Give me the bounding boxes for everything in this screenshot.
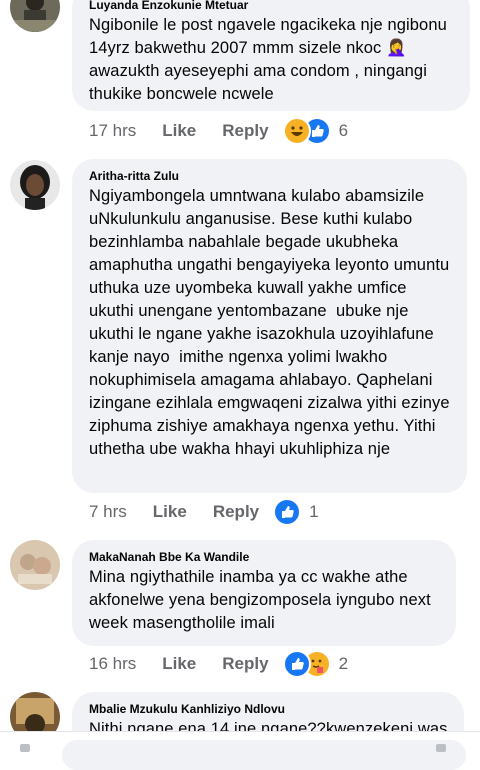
reaction-summary[interactable]: 1: [273, 498, 319, 526]
camera-icon[interactable]: [20, 744, 30, 752]
reply-button[interactable]: Reply: [222, 121, 268, 141]
comment-time[interactable]: 7 hrs: [89, 502, 127, 522]
comment-bubble: Luyanda Enzokunie Mtetuar Ngibonile le p…: [72, 0, 470, 111]
comment-author[interactable]: Aritha-ritta Zulu: [89, 169, 451, 184]
comment-text: Mina ngiythathile inamba ya cc wakhe ath…: [89, 568, 436, 632]
comment-actions: 7 hrs Like Reply 1: [89, 498, 319, 526]
comment-actions: 16 hrs Like Reply 2: [89, 650, 349, 678]
like-icon: [273, 498, 302, 526]
comment-bubble: Aritha-ritta Zulu Ngiyambongela umntwana…: [72, 159, 467, 493]
like-button[interactable]: Like: [162, 654, 196, 674]
comment-input[interactable]: [62, 740, 466, 770]
avatar[interactable]: [10, 160, 60, 210]
reaction-summary[interactable]: 2: [282, 650, 349, 678]
like-icon: [282, 650, 311, 678]
reaction-count: 6: [338, 121, 349, 140]
avatar[interactable]: [10, 0, 60, 32]
reply-button[interactable]: Reply: [213, 502, 259, 522]
comment-bubble: MakaNanah Bbe Ka Wandile Mina ngiythathi…: [72, 540, 456, 646]
reaction-summary[interactable]: 6: [282, 117, 349, 145]
avatar[interactable]: [10, 540, 60, 590]
like-button[interactable]: Like: [153, 502, 187, 522]
comment-actions: 17 hrs Like Reply 6: [89, 117, 349, 145]
comment-author[interactable]: Mbalie Mzukulu Kanhliziyo Ndlovu: [89, 702, 448, 717]
comment-author[interactable]: MakaNanah Bbe Ka Wandile: [89, 550, 440, 565]
reaction-count: 2: [338, 654, 349, 673]
like-button[interactable]: Like: [162, 121, 196, 141]
comment-text: Ngibonile le post ngavele ngacikeka nje …: [89, 16, 452, 103]
comment-text: Ngiyambongela umntwana kulabo abamsizile…: [89, 187, 455, 458]
haha-icon: [282, 117, 311, 145]
comment-time[interactable]: 16 hrs: [89, 654, 136, 674]
reply-button[interactable]: Reply: [222, 654, 268, 674]
comment-author[interactable]: Luyanda Enzokunie Mtetuar: [89, 0, 454, 13]
reaction-count: 1: [309, 502, 319, 521]
comment-time[interactable]: 17 hrs: [89, 121, 136, 141]
send-icon[interactable]: [436, 744, 446, 752]
